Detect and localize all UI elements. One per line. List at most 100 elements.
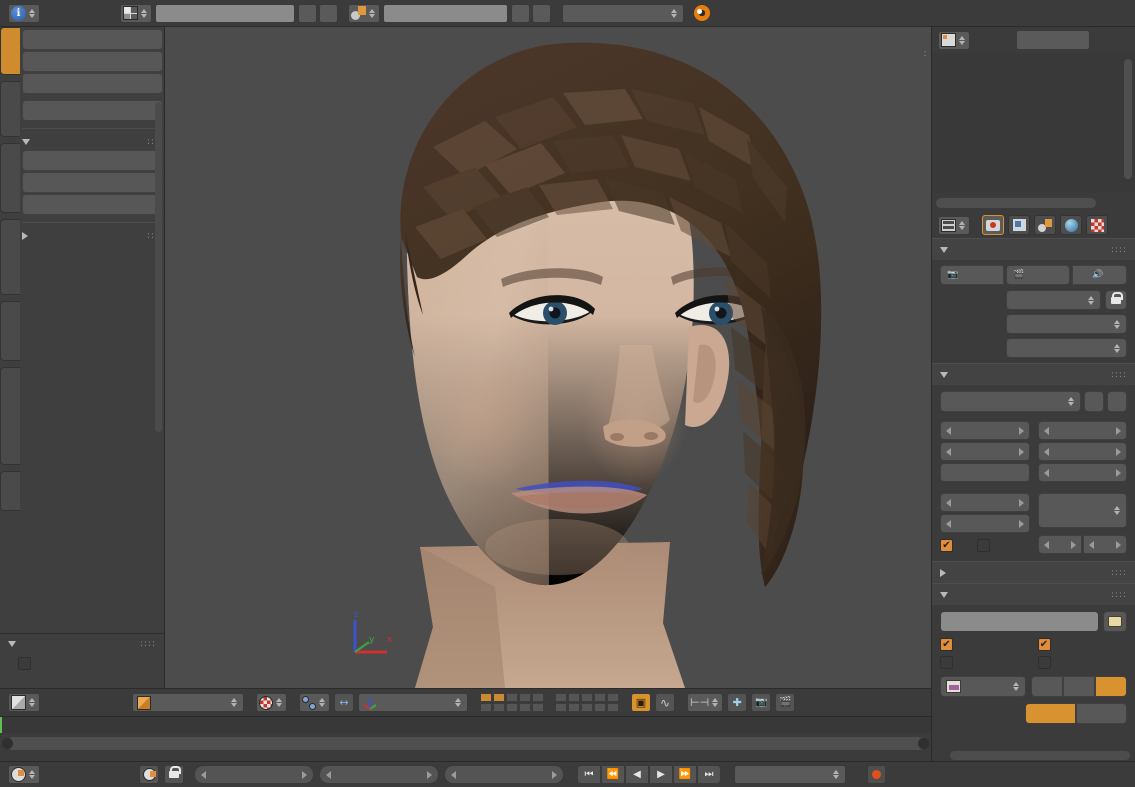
sync-spinner[interactable]: [831, 766, 841, 784]
snap-toggle[interactable]: ∿: [655, 693, 675, 712]
editor-type-spinner[interactable]: [27, 4, 37, 22]
duplicate-linked-button[interactable]: [22, 172, 163, 193]
layer-cell[interactable]: [519, 693, 531, 702]
aspect-y-field[interactable]: [940, 514, 1030, 533]
resolution-percentage-field[interactable]: [940, 463, 1030, 482]
editor-type-selector-outliner[interactable]: [938, 30, 970, 50]
timeline-ruler[interactable]: [0, 717, 931, 733]
unselected-checkbox[interactable]: [18, 657, 31, 670]
decrement-arrow-icon[interactable]: [946, 426, 951, 435]
remove-layout-button[interactable]: [319, 3, 338, 23]
scene-selector[interactable]: [348, 3, 380, 23]
metadata-panel-header[interactable]: ::::: [932, 561, 1135, 583]
increment-arrow-icon[interactable]: [1116, 540, 1121, 549]
render-image-button[interactable]: 📷: [940, 265, 1004, 285]
end-frame-field[interactable]: [1037, 442, 1127, 461]
decrement-arrow-icon[interactable]: [946, 519, 951, 528]
increment-arrow-icon[interactable]: [1018, 426, 1024, 435]
editor-type-selector-info[interactable]: i: [8, 3, 40, 23]
start-frame-field[interactable]: [194, 765, 314, 784]
layer-cell[interactable]: [581, 693, 593, 702]
engine-spinner[interactable]: [669, 4, 679, 22]
jump-to-start-button[interactable]: ⏮: [577, 765, 601, 784]
render-engine-select[interactable]: [562, 3, 684, 23]
pivot-spinner[interactable]: [317, 694, 327, 712]
delete-button[interactable]: [22, 194, 163, 215]
layer-cell[interactable]: [480, 703, 492, 712]
color-mode-rgb[interactable]: [1063, 676, 1095, 697]
crop-checkbox[interactable]: [977, 539, 990, 552]
editor-type-selector-timeline[interactable]: [8, 765, 40, 784]
scene-name-field[interactable]: [383, 3, 508, 23]
increment-arrow-icon[interactable]: [1018, 519, 1024, 528]
layer-cell[interactable]: [532, 693, 544, 702]
outliner-tree[interactable]: [932, 53, 1135, 193]
auto-keyframe-toggle[interactable]: [139, 765, 159, 784]
increment-arrow-icon[interactable]: [302, 770, 307, 779]
layer-cell[interactable]: [519, 703, 531, 712]
render-animation-button[interactable]: 🎬: [1006, 265, 1070, 285]
render-presets-select[interactable]: [940, 391, 1081, 412]
resolution-x-field[interactable]: [940, 421, 1030, 440]
display-lock-button[interactable]: [1105, 290, 1127, 310]
display-spinner[interactable]: [1086, 291, 1096, 309]
tab-relations[interactable]: [0, 143, 20, 213]
remove-preset-button[interactable]: [1107, 391, 1127, 412]
editor-type-spinner[interactable]: [27, 694, 37, 712]
frame-rate-select[interactable]: [1037, 493, 1127, 528]
layer-cell[interactable]: [493, 703, 505, 712]
properties-h-scrollbar[interactable]: [950, 751, 1130, 760]
tab-render-layers[interactable]: [1008, 215, 1030, 235]
render-panel-header[interactable]: ::::: [932, 238, 1135, 260]
timeline-scroll-handle-left[interactable]: [2, 738, 13, 749]
play-button[interactable]: ▶: [649, 765, 673, 784]
increment-arrow-icon[interactable]: [552, 770, 557, 779]
overwrite-checkbox[interactable]: [940, 638, 953, 651]
resolution-y-field[interactable]: [940, 442, 1030, 461]
timeline-playhead[interactable]: [0, 717, 2, 733]
translate-button[interactable]: [22, 29, 163, 50]
layer-cell[interactable]: [607, 703, 619, 712]
editor-type-spinner[interactable]: [957, 31, 967, 49]
tab-physics[interactable]: [0, 301, 20, 361]
duplicate-button[interactable]: [22, 150, 163, 171]
layer-cell[interactable]: [568, 693, 580, 702]
add-layout-button[interactable]: [298, 3, 317, 23]
layer-cell[interactable]: [506, 693, 518, 702]
editor-type-spinner[interactable]: [957, 216, 967, 234]
edit-panel-header[interactable]: ::::: [22, 128, 163, 150]
color-depth-8[interactable]: [1025, 703, 1076, 724]
jump-to-end-button[interactable]: ⏭: [697, 765, 721, 784]
increment-arrow-icon[interactable]: [1116, 447, 1121, 456]
history-panel-header[interactable]: ::::: [22, 222, 163, 244]
sync-mode-select[interactable]: [734, 765, 846, 784]
layer-cell[interactable]: [594, 703, 606, 712]
device-spinner[interactable]: [1112, 339, 1122, 357]
layer-cell[interactable]: [493, 693, 505, 702]
viewport-resize-grip[interactable]: :: [921, 47, 929, 61]
color-mode-rgba[interactable]: [1095, 676, 1127, 697]
color-depth-16[interactable]: [1076, 703, 1127, 724]
layout-spinner[interactable]: [139, 4, 149, 22]
decrement-arrow-icon[interactable]: [946, 447, 951, 456]
layer-cell[interactable]: [506, 703, 518, 712]
remap-old-field[interactable]: [1037, 535, 1082, 554]
layer-cell[interactable]: [555, 703, 567, 712]
decrement-arrow-icon[interactable]: [1043, 468, 1049, 477]
tab-create[interactable]: [0, 81, 20, 137]
layer-cell[interactable]: [581, 703, 593, 712]
orientation-spinner[interactable]: [453, 694, 463, 712]
decrement-arrow-icon[interactable]: [451, 770, 456, 779]
pivot-point-select[interactable]: [299, 693, 330, 712]
border-checkbox[interactable]: [940, 539, 953, 552]
outliner-v-scrollbar[interactable]: [1124, 59, 1132, 179]
layer-cell[interactable]: [568, 703, 580, 712]
decrement-arrow-icon[interactable]: [1088, 540, 1094, 549]
editor-type-selector-properties[interactable]: [938, 215, 970, 235]
format-spinner[interactable]: [1011, 678, 1021, 696]
manipulator-toggle[interactable]: ↔: [334, 693, 354, 712]
set-restrict-view-header[interactable]: ::::: [8, 640, 156, 649]
mirror-button[interactable]: [22, 100, 163, 121]
file-format-select[interactable]: [940, 676, 1026, 697]
layer-cell[interactable]: [532, 703, 544, 712]
